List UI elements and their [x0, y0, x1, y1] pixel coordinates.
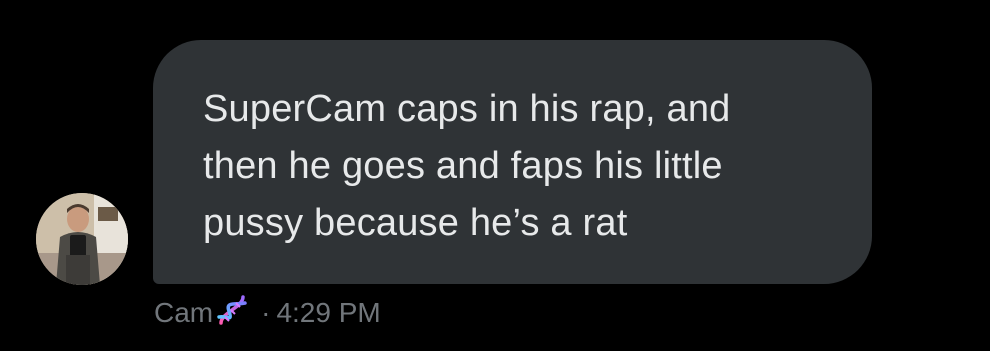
sender-name[interactable]: Cam [154, 297, 213, 329]
meta-separator: · [261, 297, 271, 328]
avatar-photo [36, 193, 128, 285]
message-bubble[interactable]: SuperCam caps in his rap, and then he go… [153, 40, 872, 284]
message-text: SuperCam caps in his rap, and then he go… [203, 88, 731, 244]
message-meta: Cam · 4:29 PM [154, 293, 381, 333]
dna-icon [215, 293, 249, 327]
message-timestamp: 4:29 PM [276, 297, 381, 328]
avatar[interactable] [36, 193, 128, 285]
